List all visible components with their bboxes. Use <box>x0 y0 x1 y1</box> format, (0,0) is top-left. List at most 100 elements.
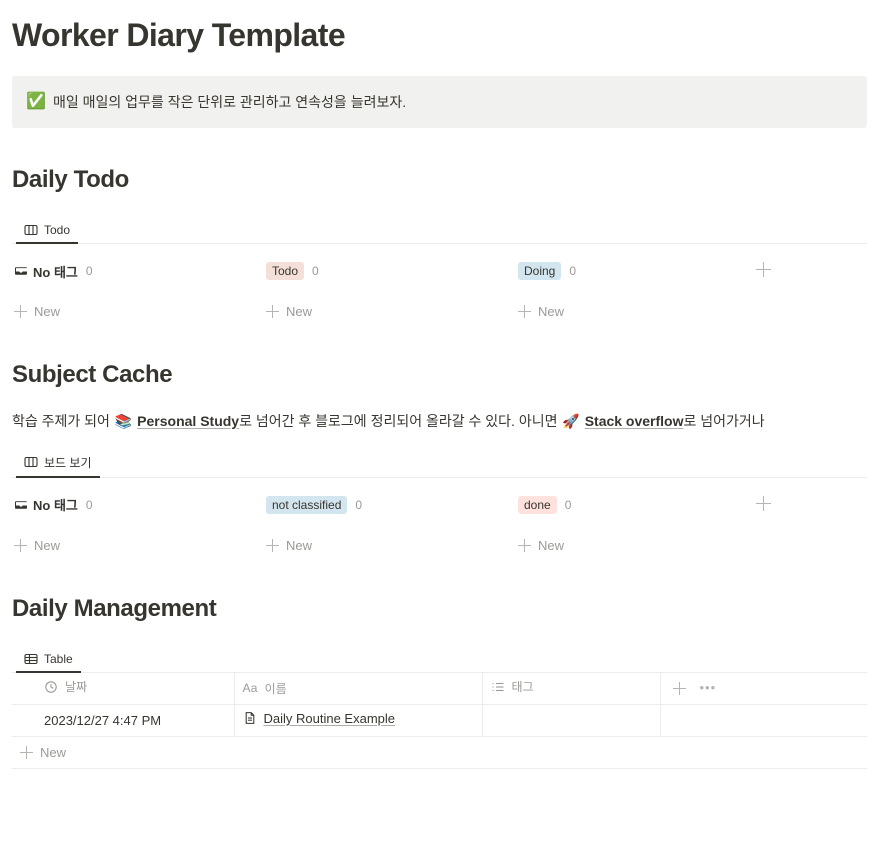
board-daily-todo: No 태그 0 New Todo 0 New Doing 0 New <box>12 244 867 323</box>
section-heading-daily-todo: Daily Todo <box>12 166 129 194</box>
group-count: 0 <box>85 497 93 512</box>
plus-icon <box>20 746 33 760</box>
board-icon <box>24 455 38 469</box>
status-badge-not-classified: not classified <box>266 495 348 514</box>
board-group-no-tag: No 태그 0 New <box>12 494 264 557</box>
link-stack-overflow[interactable]: Stack overflow <box>585 413 684 429</box>
board-group-no-tag: No 태그 0 New <box>12 260 264 323</box>
section-heading-daily-management: Daily Management <box>12 594 217 622</box>
callout-block: ✅ 매일 매일의 업무를 작은 단위로 관리하고 연속성을 늘려보자. <box>12 76 867 129</box>
tab-label: 보드 보기 <box>44 455 92 470</box>
status-badge-doing: Doing <box>518 262 562 281</box>
plus-icon <box>518 538 531 552</box>
tab-label: Table <box>44 651 73 666</box>
new-label: New <box>286 304 313 320</box>
column-header-date[interactable]: 날짜 <box>12 672 235 706</box>
new-label: New <box>34 537 61 553</box>
column-label: 날짜 <box>65 680 88 695</box>
cell-name[interactable]: Daily Routine Example <box>234 704 483 738</box>
inbox-icon <box>14 498 28 512</box>
add-column-button[interactable] <box>672 681 686 695</box>
desc-part-1: 학습 주제가 되어 <box>12 412 114 429</box>
table-new-row-button[interactable]: New <box>12 737 867 770</box>
board-group-header[interactable]: done 0 <box>516 494 756 516</box>
new-label: New <box>538 537 565 553</box>
column-header-name[interactable]: Aa 이름 <box>234 672 483 706</box>
column-header-tag[interactable]: 태그 <box>482 672 661 706</box>
plus-icon <box>266 305 279 319</box>
plus-icon <box>756 262 771 278</box>
board-new-card-button[interactable]: New <box>264 304 314 319</box>
group-count: 0 <box>355 497 363 512</box>
board-group-header[interactable]: No 태그 0 <box>12 260 264 282</box>
status-badge-done: done <box>518 495 557 514</box>
board-new-card-button[interactable]: New <box>12 538 62 553</box>
board-new-card-button[interactable]: New <box>516 304 566 319</box>
subject-cache-description: 학습 주제가 되어 📚 Personal Study로 넘어간 후 블로그에 정… <box>12 411 867 431</box>
data-table: 날짜 Aa 이름 태그 ••• 2023/12/27 4:47 PM Daily… <box>12 672 867 738</box>
status-badge-todo: Todo <box>266 262 305 281</box>
cell-tag[interactable] <box>482 704 661 738</box>
new-label: New <box>40 745 67 761</box>
date-value: 2023/12/27 4:47 PM <box>44 712 162 728</box>
board-subject-cache: No 태그 0 New not classified 0 New done 0 <box>12 478 867 557</box>
table-row[interactable]: 2023/12/27 4:47 PM Daily Routine Example <box>12 704 867 738</box>
table-header-row: 날짜 Aa 이름 태그 ••• <box>12 672 867 706</box>
group-label: No 태그 <box>33 498 78 514</box>
add-board-group-button[interactable] <box>756 260 796 323</box>
books-icon: 📚 <box>114 412 133 429</box>
group-label: No 태그 <box>33 264 78 280</box>
add-board-group-button[interactable] <box>756 494 796 557</box>
view-tabs-daily-todo: Todo <box>12 215 867 245</box>
plus-icon <box>756 495 771 511</box>
page-icon <box>243 711 257 725</box>
clock-icon <box>44 680 58 694</box>
tab-table[interactable]: Table <box>16 651 81 673</box>
view-tabs-daily-management: Table <box>12 644 867 673</box>
desc-part-2: 로 넘어간 후 블로그에 정리되어 올라갈 수 있다. 아니면 <box>239 412 562 429</box>
rocket-icon: 🚀 <box>562 412 580 429</box>
new-label: New <box>538 304 565 320</box>
plus-icon <box>14 305 27 319</box>
board-new-card-button[interactable]: New <box>264 538 314 553</box>
notion-page: Worker Diary Template ✅ 매일 매일의 업무를 작은 단위… <box>0 16 879 770</box>
page-title: Worker Diary Template <box>12 17 346 53</box>
aa-icon: Aa <box>242 681 258 696</box>
cell-date[interactable]: 2023/12/27 4:47 PM <box>12 704 235 738</box>
group-name-no-tag: No 태그 <box>14 495 78 514</box>
column-label: 태그 <box>511 680 534 695</box>
column-header-actions: ••• <box>660 672 867 706</box>
board-group-header[interactable]: not classified 0 <box>264 494 516 516</box>
callout-text: 매일 매일의 업무를 작은 단위로 관리하고 연속성을 늘려보자. <box>53 94 407 111</box>
view-tabs-subject-cache: 보드 보기 <box>12 449 867 478</box>
cell-empty <box>660 704 867 738</box>
board-group-todo: Todo 0 New <box>264 260 516 323</box>
board-group-done: done 0 New <box>516 494 756 557</box>
tab-label: Todo <box>44 223 71 238</box>
board-new-card-button[interactable]: New <box>516 538 566 553</box>
board-group-header[interactable]: No 태그 0 <box>12 494 264 516</box>
board-icon <box>24 223 38 237</box>
tab-todo-board[interactable]: Todo <box>16 223 79 245</box>
multi-select-icon <box>491 680 505 694</box>
check-mark-icon: ✅ <box>26 93 46 111</box>
new-label: New <box>286 537 313 553</box>
column-label: 이름 <box>264 681 287 696</box>
link-personal-study[interactable]: Personal Study <box>137 413 239 429</box>
board-group-doing: Doing 0 New <box>516 260 756 323</box>
page-link[interactable]: Daily Routine Example <box>264 711 396 726</box>
desc-part-3: 로 넘어가거나 <box>683 412 765 429</box>
board-group-header[interactable]: Todo 0 <box>264 260 516 282</box>
group-count: 0 <box>85 264 93 279</box>
board-new-card-button[interactable]: New <box>12 304 62 319</box>
group-count: 0 <box>569 264 577 279</box>
tab-board-view[interactable]: 보드 보기 <box>16 454 100 478</box>
table-daily-management: 날짜 Aa 이름 태그 ••• 2023/12/27 4:47 PM Daily… <box>12 672 867 770</box>
board-group-header[interactable]: Doing 0 <box>516 260 756 282</box>
more-options-icon[interactable]: ••• <box>700 681 717 694</box>
inbox-icon <box>14 264 28 278</box>
table-icon <box>24 652 38 666</box>
new-label: New <box>34 304 61 320</box>
group-name-no-tag: No 태그 <box>14 262 78 281</box>
plus-icon <box>266 538 279 552</box>
